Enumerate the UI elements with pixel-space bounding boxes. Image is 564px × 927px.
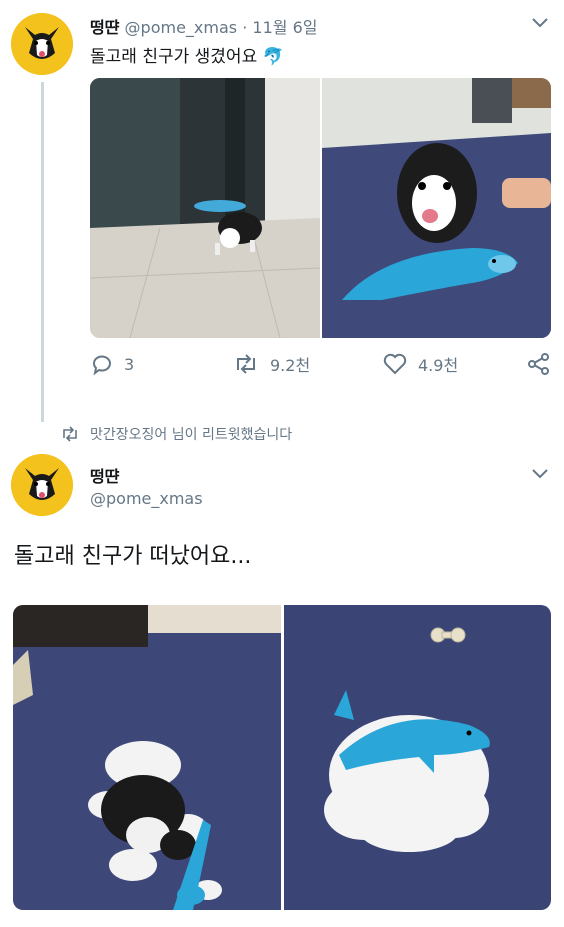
photo-3[interactable] xyxy=(13,605,281,910)
chevron-down-icon[interactable] xyxy=(530,465,550,486)
dog-avatar-icon xyxy=(11,454,73,516)
thread-line xyxy=(41,82,44,422)
dog-with-whale-photo xyxy=(322,78,551,338)
like-button[interactable]: 4.9천 xyxy=(382,352,458,376)
photo-1[interactable] xyxy=(90,78,320,338)
photo-2[interactable] xyxy=(322,78,551,338)
reply-icon xyxy=(93,355,111,376)
reply-button[interactable]: 3 xyxy=(90,352,134,376)
avatar[interactable] xyxy=(11,13,73,75)
photo-4[interactable] xyxy=(284,605,551,910)
dog-running-photo xyxy=(90,78,320,338)
dog-avatar-icon xyxy=(11,13,73,75)
retweet-count: 9.2천 xyxy=(270,356,311,375)
stuffing-whale-photo xyxy=(284,605,551,910)
reply-count: 3 xyxy=(124,354,135,374)
heart-icon xyxy=(383,353,407,375)
retweet-icon xyxy=(63,426,77,442)
retweet-notice: 맛간장오징어 님이 리트윗했습니다 xyxy=(60,424,292,444)
chevron-down-icon[interactable] xyxy=(530,14,550,35)
tweet1-text: 돌고래 친구가 생겼어요 🐬 xyxy=(90,42,284,67)
avatar[interactable] xyxy=(11,454,73,516)
dolphin-emoji: 🐬 xyxy=(262,47,284,67)
user-handle[interactable]: @pome_xmas xyxy=(125,18,238,37)
display-name[interactable]: 떵땬 xyxy=(90,463,119,487)
share-button[interactable] xyxy=(527,352,551,376)
tweet2-text: 돌고래 친구가 떠났어요... xyxy=(14,544,252,569)
separator: · xyxy=(242,18,248,37)
retweet-icon xyxy=(237,354,255,374)
tweet1-header: 떵땬 @pome_xmas · 11월 6일 xyxy=(90,14,317,38)
tweet-text: 돌고래 친구가 생겼어요 xyxy=(90,47,258,67)
retweet-button[interactable]: 9.2천 xyxy=(232,352,310,376)
user-handle[interactable]: @pome_xmas xyxy=(90,489,203,508)
display-name[interactable]: 떵땬 xyxy=(90,18,119,37)
share-icon xyxy=(528,353,549,375)
tweet-date[interactable]: 11월 6일 xyxy=(252,18,317,37)
like-count: 4.9천 xyxy=(418,356,459,375)
torn-toy-dog-photo xyxy=(13,605,281,910)
retweet-notice-text[interactable]: 맛간장오징어 님이 리트윗했습니다 xyxy=(90,424,292,444)
